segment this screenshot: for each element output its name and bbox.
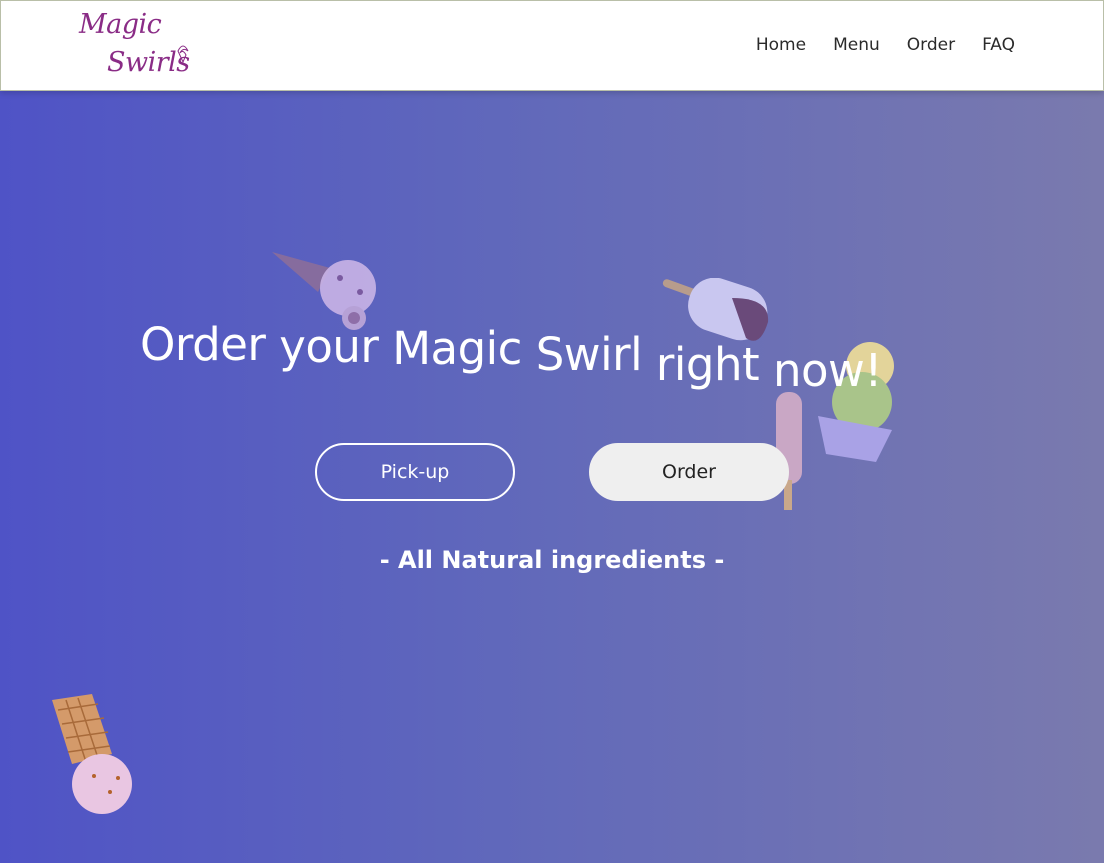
hero-title-word: now! [772,344,882,397]
pickup-button[interactable]: Pick-up [315,443,515,501]
nav-order[interactable]: Order [907,35,955,55]
swirl-icon [177,45,189,63]
hero-title-word: Order [140,318,266,371]
hero-title-word: Swirl [535,328,643,381]
tagline: - All Natural ingredients - [379,546,725,574]
nav-faq[interactable]: FAQ [982,35,1015,55]
navbar: Magic Swirls Home Menu Order FAQ [0,0,1104,91]
hero-title-word: Magic [392,322,522,375]
logo-line-1: Magic [79,9,162,40]
order-button[interactable]: Order [589,443,789,501]
nav-home[interactable]: Home [756,35,806,55]
hero-title: Order your Magic Swirl right now! [140,318,1000,397]
logo[interactable]: Magic Swirls [77,9,197,87]
waffle-cone-icon [52,694,132,814]
nav-links: Home Menu Order FAQ [756,35,1015,55]
nav-menu[interactable]: Menu [833,35,880,55]
hero-title-word: your [279,320,379,373]
hero-title-word: right [655,338,760,391]
